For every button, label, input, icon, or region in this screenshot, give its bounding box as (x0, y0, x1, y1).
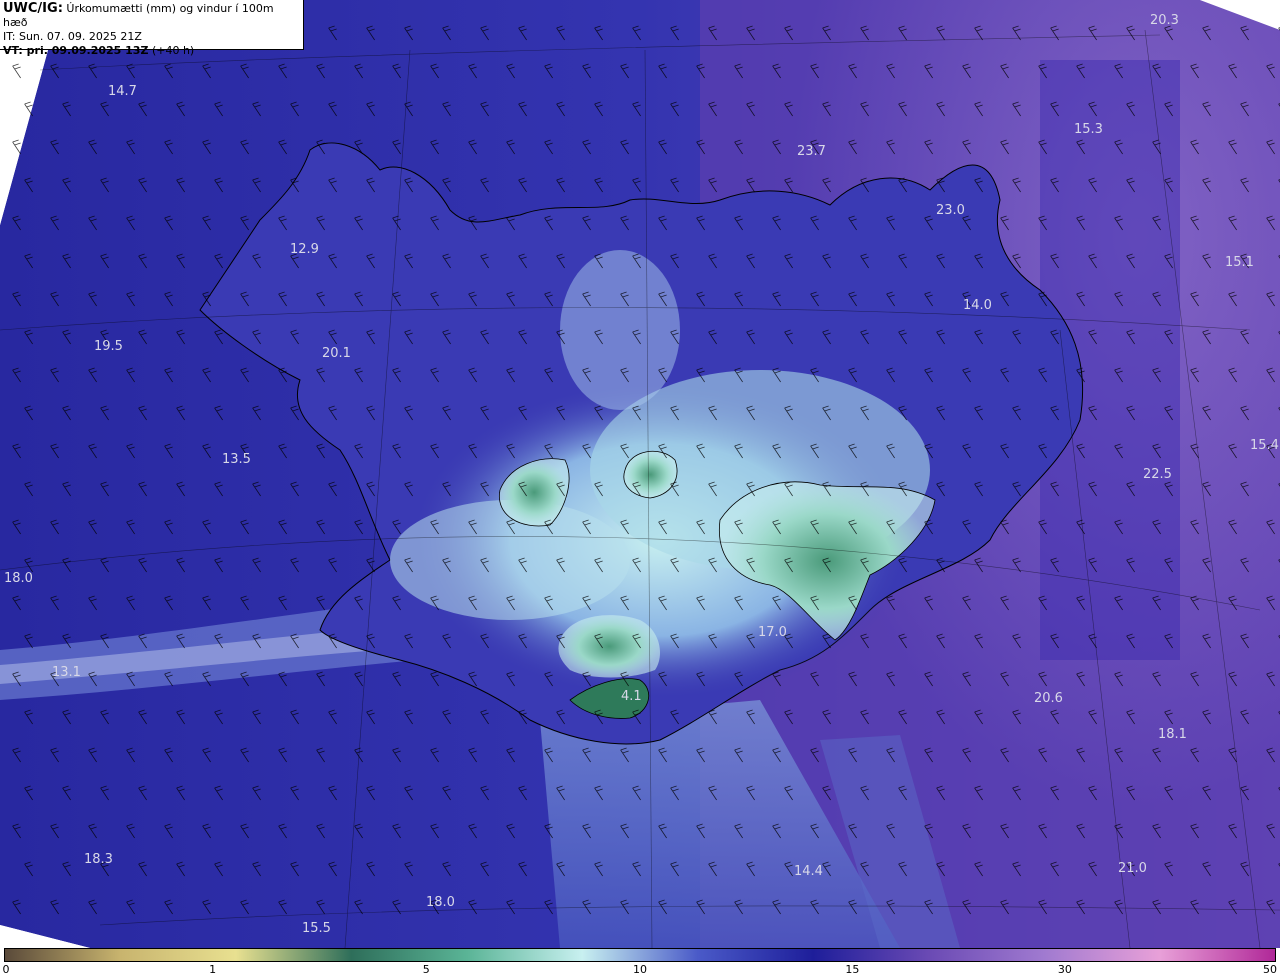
value-label: 20.6 (1034, 691, 1063, 706)
value-label: 19.5 (94, 339, 123, 354)
info-box: UWC/IG: Úrkomumætti (mm) og vindur í 100… (0, 0, 304, 57)
value-label: 14.4 (794, 864, 823, 879)
value-label: 15.5 (302, 921, 331, 936)
value-label: 15.1 (1225, 255, 1254, 270)
init-time: IT: Sun. 07. 09. 2025 21Z (3, 30, 142, 43)
value-label: 15.3 (1074, 122, 1103, 137)
value-label: 17.0 (758, 625, 787, 640)
value-label: 13.1 (52, 665, 81, 680)
value-label: 21.0 (1118, 861, 1147, 876)
value-label: 23.7 (797, 144, 826, 159)
model-name: UWC/IG: (3, 1, 63, 16)
colorbar-tick-label: 50 (1263, 963, 1277, 976)
colorbar-tick-label: 15 (845, 963, 860, 976)
value-label: 20.1 (322, 346, 351, 361)
value-label: 14.7 (108, 84, 137, 99)
colorbar (4, 948, 1276, 962)
value-label: 18.1 (1158, 727, 1187, 742)
value-label: 4.1 (621, 689, 642, 704)
colorbar-tick-label: 1 (209, 963, 217, 976)
colorbar-tick-label: 10 (633, 963, 647, 976)
colorbar-tick-label: 30 (1057, 963, 1072, 976)
colorbar-tick-label: 5 (422, 963, 430, 976)
colorbar-tick-label: 0 (2, 963, 10, 976)
value-label: 18.0 (4, 571, 33, 586)
value-label: 14.0 (963, 298, 992, 313)
lead-time: (+40 h) (151, 44, 195, 57)
myrdalsjokull (558, 615, 660, 678)
valid-time: VT: pri. 09.09.2025 13Z (3, 44, 149, 57)
value-label: 23.0 (936, 203, 965, 218)
value-label: 18.3 (84, 852, 113, 867)
value-label: 13.5 (222, 452, 251, 467)
value-label: 20.3 (1150, 13, 1179, 28)
value-label: 15.4 (1250, 438, 1279, 453)
value-label: 18.0 (426, 895, 455, 910)
value-label: 22.5 (1143, 467, 1172, 482)
precipitation-map: 20.3 14.7 15.3 23.7 23.0 12.9 15.1 14.0 … (0, 0, 1280, 949)
value-label: 12.9 (290, 242, 319, 257)
